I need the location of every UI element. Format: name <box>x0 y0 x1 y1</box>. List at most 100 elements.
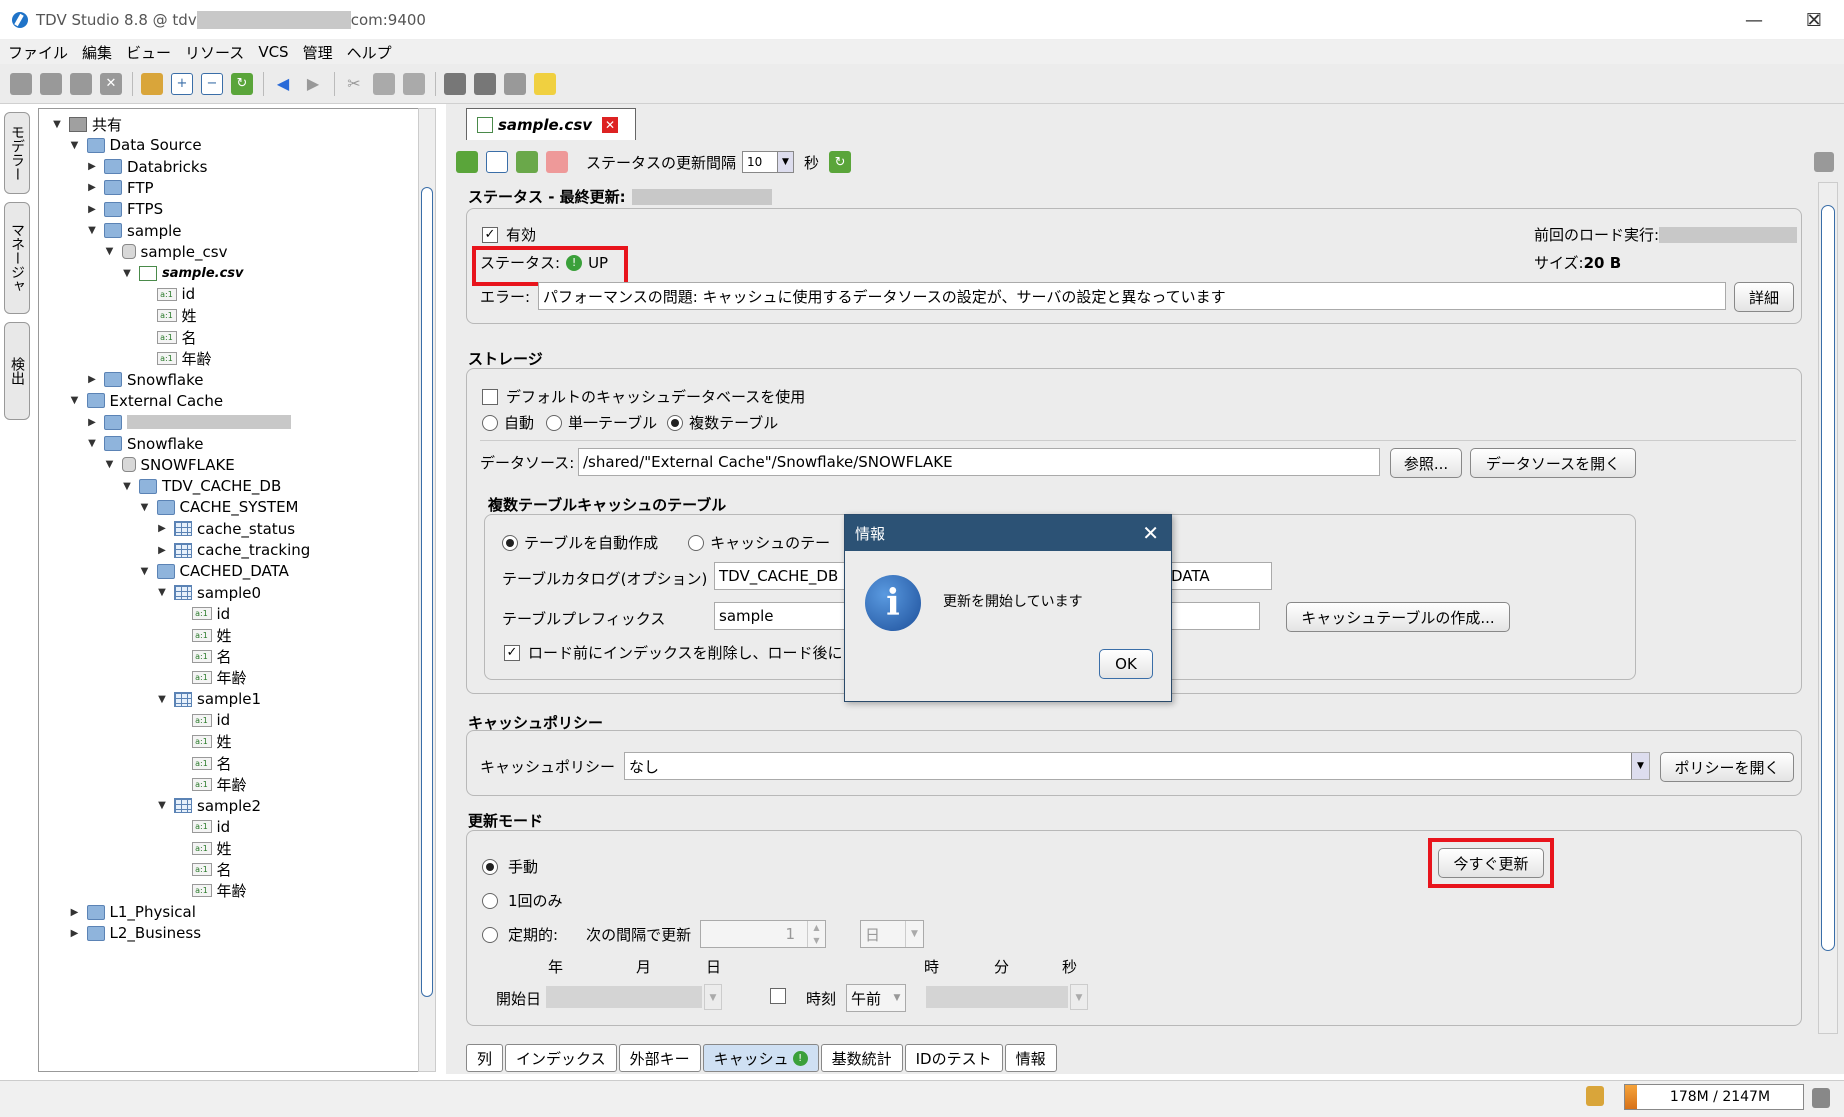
editor-scroll-thumb[interactable] <box>1821 205 1835 951</box>
menu-help[interactable]: ヘルプ <box>347 42 392 63</box>
tree-collapsed-icon[interactable]: ▶ <box>69 928 81 939</box>
tree-node[interactable]: ▼ sample.csv <box>121 262 244 284</box>
tree-node[interactable]: ▶ Databricks <box>86 156 207 178</box>
load-icon[interactable] <box>516 151 538 173</box>
tree-node[interactable]: ▼ SNOWFLAKE <box>104 454 235 476</box>
tree-node[interactable]: ▶ Snowflake <box>86 369 203 391</box>
tree-collapsed-icon[interactable]: ▶ <box>156 523 168 534</box>
tree-node[interactable]: ▶ <box>86 411 291 433</box>
tree-collapsed-icon[interactable]: ▶ <box>156 545 168 556</box>
policy-select[interactable]: なし ▼ <box>624 752 1650 780</box>
browse-button[interactable]: 参照... <box>1390 448 1462 478</box>
open-policy-button[interactable]: ポリシーを開く <box>1660 752 1794 782</box>
lineage-icon[interactable] <box>486 151 508 173</box>
save-all-icon[interactable] <box>70 72 92 95</box>
note-icon[interactable] <box>534 72 556 95</box>
editor-tab[interactable]: sample.csv ✕ <box>466 108 636 140</box>
tree-expanded-icon[interactable]: ▼ <box>86 438 98 449</box>
tree-node[interactable]: ▼ 共有 <box>51 113 122 135</box>
tree-column-node[interactable]: a:1 id <box>139 283 195 305</box>
editor-scrollbar[interactable] <box>1818 182 1838 1034</box>
rename-icon[interactable] <box>141 72 163 95</box>
radio-single-table[interactable] <box>546 414 563 431</box>
tree-collapsed-icon[interactable]: ▶ <box>86 161 98 172</box>
side-tab-modeler[interactable]: モデラー <box>4 112 30 194</box>
datasource-field[interactable]: /shared/"External Cache"/Snowflake/SNOWF… <box>578 448 1380 476</box>
refresh-cache-icon[interactable] <box>456 151 478 173</box>
chevron-down-icon[interactable]: ▼ <box>777 152 794 172</box>
ok-button[interactable]: OK <box>1099 649 1153 679</box>
tree-scroll-thumb[interactable] <box>421 187 433 997</box>
tab-indexes[interactable]: インデックス <box>505 1044 617 1072</box>
tree-expanded-icon[interactable]: ▼ <box>156 587 168 598</box>
menu-vcs[interactable]: VCS <box>258 43 288 61</box>
collapse-icon[interactable]: − <box>201 72 223 95</box>
side-tab-manager[interactable]: マネージャ <box>4 202 30 314</box>
tab-foreign-keys[interactable]: 外部キー <box>618 1044 701 1072</box>
tree-expanded-icon[interactable]: ▼ <box>121 268 133 279</box>
radio-once[interactable] <box>482 892 498 909</box>
refresh-interval-select[interactable]: 10 ▼ <box>742 151 795 173</box>
tree-node[interactable]: ▼ sample1 <box>156 688 261 710</box>
tree-node[interactable]: ▼ sample2 <box>156 795 261 817</box>
tab-id-test[interactable]: IDのテスト <box>904 1044 1003 1072</box>
find-next-icon[interactable] <box>474 72 496 95</box>
tree-column-node[interactable]: a:1 姓 <box>174 731 232 753</box>
radio-multi-table[interactable] <box>667 414 684 431</box>
refresh-icon[interactable]: ↻ <box>231 72 253 95</box>
tree-node[interactable]: ▼ Data Source <box>69 134 202 156</box>
tab-columns[interactable]: 列 <box>466 1044 504 1072</box>
back-icon[interactable]: ◀ <box>272 73 294 95</box>
menu-view[interactable]: ビュー <box>126 42 171 63</box>
tree-expanded-icon[interactable]: ▼ <box>139 502 151 513</box>
chevron-down-icon[interactable]: ▼ <box>1631 753 1649 779</box>
save-icon[interactable] <box>40 72 62 95</box>
refresh-periodic-row[interactable]: 定期的: 次の間隔で更新 <box>482 924 691 945</box>
menu-file[interactable]: ファイル <box>8 42 68 63</box>
expand-icon[interactable]: + <box>171 72 193 95</box>
tree-column-node[interactable]: a:1 姓 <box>139 305 197 327</box>
tree-node[interactable]: ▶ cache_tracking <box>156 539 310 561</box>
tree-collapsed-icon[interactable]: ▶ <box>86 182 98 193</box>
refresh-manual-row[interactable]: 手動 <box>482 856 538 877</box>
tree-node[interactable]: ▼ CACHED_DATA <box>139 560 289 582</box>
radio-auto-create[interactable] <box>502 534 518 551</box>
detail-button[interactable]: 詳細 <box>1734 282 1794 312</box>
radio-auto[interactable] <box>482 414 498 431</box>
tree-expanded-icon[interactable]: ▼ <box>104 246 116 257</box>
apply-refresh-icon[interactable]: ↻ <box>829 151 852 173</box>
open-icon[interactable] <box>10 72 32 95</box>
tree-node[interactable]: ▶ FTPS <box>86 198 163 220</box>
prefix-field-extra[interactable] <box>1166 602 1260 630</box>
tree-scrollbar[interactable] <box>418 108 436 1072</box>
create-cache-table-button[interactable]: キャッシュテーブルの作成... <box>1286 602 1510 632</box>
tab-info[interactable]: 情報 <box>1004 1044 1057 1072</box>
tree-collapsed-icon[interactable]: ▶ <box>69 907 81 918</box>
dialog-close-icon[interactable]: ✕ <box>1142 521 1159 545</box>
tree-node[interactable]: ▶ FTP <box>86 177 153 199</box>
menu-edit[interactable]: 編集 <box>82 42 112 63</box>
clear-cache-icon[interactable] <box>546 151 568 173</box>
side-tab-discovery[interactable]: 検出 <box>4 322 30 420</box>
schema-field[interactable]: DATA <box>1166 562 1272 590</box>
tree-node[interactable]: ▼ CACHE_SYSTEM <box>139 496 299 518</box>
tree-collapsed-icon[interactable]: ▶ <box>86 204 98 215</box>
tree-expanded-icon[interactable]: ▼ <box>156 800 168 811</box>
menu-resource[interactable]: リソース <box>185 42 244 63</box>
tree-node[interactable]: ▶ L1_Physical <box>69 901 196 923</box>
cut-icon[interactable]: ✂ <box>343 73 365 95</box>
open-datasource-button[interactable]: データソースを開く <box>1470 448 1636 478</box>
radio-manual[interactable] <box>482 858 498 875</box>
tree-column-node[interactable]: a:1 年齢 <box>139 347 212 369</box>
tree-expanded-icon[interactable]: ▼ <box>86 225 98 236</box>
tree-expanded-icon[interactable]: ▼ <box>69 395 81 406</box>
tree-column-node[interactable]: a:1 名 <box>139 326 197 348</box>
tree-column-node[interactable]: a:1 id <box>174 709 230 731</box>
tree-node[interactable]: ▼ TDV_CACHE_DB <box>121 475 281 497</box>
gc-icon[interactable] <box>1812 1088 1830 1108</box>
tree-expanded-icon[interactable]: ▼ <box>69 140 81 151</box>
radio-periodic[interactable] <box>482 926 498 943</box>
tree-expanded-icon[interactable]: ▼ <box>104 459 116 470</box>
drop-index-row[interactable]: ✓ ロード前にインデックスを削除し、ロード後に <box>504 642 843 663</box>
tree-expanded-icon[interactable]: ▼ <box>139 566 151 577</box>
